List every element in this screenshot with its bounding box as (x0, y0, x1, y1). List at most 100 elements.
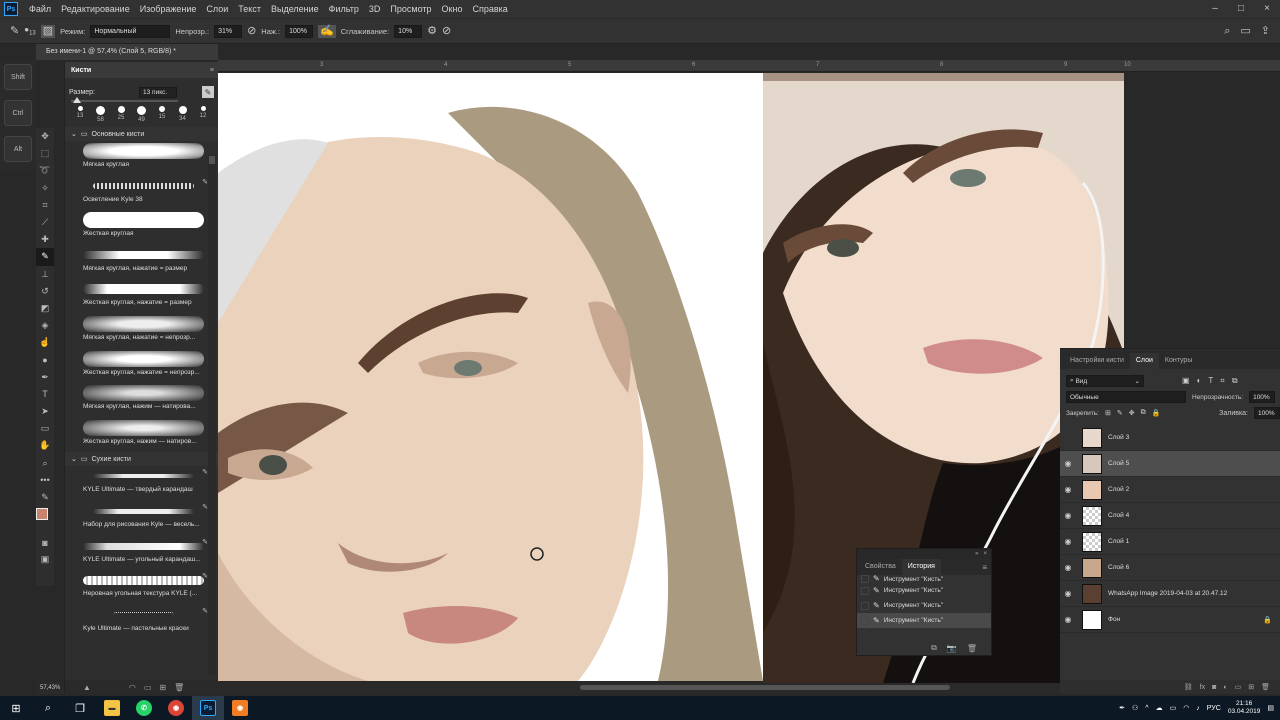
close-button[interactable]: × (1254, 0, 1280, 18)
brush-item[interactable]: Осветление Kyle 38 ✎ (65, 176, 218, 211)
brush-view-icon[interactable]: ◠ (129, 683, 136, 692)
brush-preset[interactable]: 13 (71, 106, 89, 123)
maximize-button[interactable]: □ (1228, 0, 1254, 18)
onedrive-icon[interactable]: ☁ (1156, 704, 1163, 712)
airbrush-icon[interactable]: ✍ (318, 24, 336, 38)
photoshop-taskbar-icon[interactable]: Ps (192, 696, 224, 720)
eraser-tool-icon[interactable]: ◩ (36, 300, 54, 317)
workspace-icon[interactable]: ▭ (1240, 25, 1250, 37)
history-source-checkbox[interactable] (861, 601, 869, 610)
brush-item[interactable]: KYLE Ultimate — угольный карандаш... ✎ (65, 536, 218, 571)
brush-item[interactable]: Kyle Ultimate — пастельные краски ✎ (65, 605, 218, 640)
add-mask-icon[interactable]: ◙ (1212, 684, 1216, 691)
start-button-icon[interactable]: ⊞ (0, 696, 32, 720)
new-layer-icon[interactable]: ⊞ (1248, 683, 1254, 691)
layer-opacity-input[interactable]: 100% (1249, 391, 1276, 403)
brush-item[interactable]: KYLE Ultimate — твердый карандаш ✎ (65, 466, 218, 501)
brush-item[interactable]: Жесткая круглая, нажатие = размер (65, 279, 218, 314)
pen-icon[interactable]: ✒ (1119, 704, 1125, 712)
pressure-opacity-icon[interactable]: ⊘ (247, 25, 256, 37)
menu-8[interactable]: Просмотр (385, 4, 436, 14)
blend-mode-select[interactable]: Нормальный (90, 24, 171, 38)
brush-item[interactable]: Мягкая круглая, нажим — натирова... (65, 383, 218, 418)
eyedropper-tool-icon[interactable]: ⟋ (36, 214, 54, 231)
brush-preset[interactable]: 12 (194, 106, 212, 123)
horizontal-scroll-thumb[interactable] (580, 685, 950, 690)
quick-mask-icon[interactable]: ◙ (36, 534, 54, 551)
lock-artboard-icon[interactable]: ⧉ (1141, 409, 1146, 417)
menu-3[interactable]: Слои (201, 4, 233, 14)
layer-row[interactable]: ◉ Слой 1 (1060, 529, 1280, 555)
brushes-scrollbar[interactable] (208, 155, 216, 675)
search-icon[interactable]: ⌕ (1224, 25, 1230, 37)
trash-icon[interactable]: 🗑 (174, 683, 184, 692)
brush-preset[interactable]: 58 (92, 106, 110, 123)
minimize-button[interactable]: – (1202, 0, 1228, 18)
history-brush-tool-icon[interactable]: ↺ (36, 283, 54, 300)
brush-item[interactable]: Жесткая круглая, нажатие = непрозр... (65, 349, 218, 384)
collapse-icon[interactable]: » (975, 549, 978, 559)
history-source-checkbox[interactable] (861, 586, 869, 595)
panel-menu-icon[interactable]: ≡ (210, 67, 214, 74)
gear-icon[interactable]: ⚙ (427, 25, 437, 37)
brush-item[interactable]: Мягкая круглая, нажатие = размер (65, 245, 218, 280)
layer-row[interactable]: ◉ Слой 5 (1060, 451, 1280, 477)
layer-filter-select[interactable]: ⌕ Вид ⌄ (1066, 375, 1144, 387)
visibility-eye-icon[interactable]: ◉ (1060, 563, 1076, 572)
tab-history[interactable]: История (901, 559, 941, 575)
edit-toolbar-icon[interactable]: ✎ (36, 489, 54, 506)
lock-pixels-icon[interactable]: ✎ (1117, 409, 1123, 417)
pressure-input[interactable]: 100% (285, 24, 314, 38)
visibility-eye-icon[interactable]: ◉ (1060, 459, 1076, 468)
whatsapp-icon[interactable]: ✆ (128, 696, 160, 720)
history-state[interactable]: ✎ Инструмент "Кисть" (857, 613, 991, 628)
filter-pixel-icon[interactable]: ▣ (1182, 376, 1190, 386)
healing-brush-tool-icon[interactable]: ✚ (36, 231, 54, 248)
new-group-icon[interactable]: ▭ (144, 683, 152, 692)
new-group-icon[interactable]: ▭ (1235, 683, 1242, 691)
task-view-icon[interactable]: ❐ (64, 696, 96, 720)
search-icon[interactable]: ⌕ (32, 696, 64, 720)
share-icon[interactable]: ⇪ (1261, 25, 1270, 37)
history-state[interactable]: ✎ Инструмент "Кисть" (857, 575, 991, 583)
trash-icon[interactable]: 🗑 (1261, 683, 1270, 691)
brush-item[interactable]: Жесткая круглая, нажим — натиров... (65, 418, 218, 453)
smoothing-input[interactable]: 10% (394, 24, 423, 38)
filter-adjustment-icon[interactable]: ◐ (1197, 376, 1202, 386)
opacity-input[interactable]: 31% (214, 24, 243, 38)
brush-item[interactable]: Жесткая круглая (65, 210, 218, 245)
pressure-size-icon[interactable]: ⊘ (442, 25, 451, 37)
visibility-eye-icon[interactable]: ◉ (1060, 537, 1076, 546)
foreground-color-swatch[interactable] (36, 508, 48, 521)
magic-wand-tool-icon[interactable]: ✧ (36, 180, 54, 197)
lock-transparent-icon[interactable]: ⊞ (1105, 409, 1111, 417)
brush-preset[interactable]: 15 (153, 106, 171, 123)
adjustment-layer-icon[interactable]: ◐ (1223, 684, 1227, 691)
visibility-eye-icon[interactable]: ◉ (1060, 511, 1076, 520)
crop-tool-icon[interactable]: ⌗ (36, 197, 54, 214)
tab-layers[interactable]: Слои (1129, 353, 1159, 369)
history-state[interactable]: ✎ Инструмент "Кисть" (857, 598, 991, 613)
brush-preset[interactable]: 25 (112, 106, 130, 123)
brushes-panel-title[interactable]: Кисти (71, 67, 91, 74)
layer-blend-mode-select[interactable]: Обычные (1066, 391, 1186, 403)
clock[interactable]: 21:16 03.04.2019 (1228, 700, 1261, 716)
brush-size-slider[interactable] (71, 97, 178, 103)
menu-7[interactable]: 3D (364, 4, 386, 14)
type-tool-icon[interactable]: T (36, 386, 54, 403)
layer-row[interactable]: ◉ Слой 2 (1060, 477, 1280, 503)
brush-preset[interactable]: 49 (133, 106, 151, 123)
layer-style-icon[interactable]: fx (1200, 684, 1205, 691)
brush-tool-icon[interactable]: ✎ (10, 25, 19, 37)
lock-position-icon[interactable]: ✥ (1129, 409, 1135, 417)
rectangle-tool-icon[interactable]: ▭ (36, 420, 54, 437)
history-source-checkbox[interactable] (861, 575, 869, 583)
menu-6[interactable]: Фильтр (324, 4, 364, 14)
close-icon[interactable]: × (983, 549, 987, 559)
menu-2[interactable]: Изображение (135, 4, 202, 14)
trash-icon[interactable]: 🗑 (967, 644, 977, 653)
history-state[interactable]: ✎ Инструмент "Кисть" (857, 583, 991, 598)
brush-tool-icon[interactable]: ✎ (36, 248, 54, 266)
chevron-down-icon[interactable]: ⌄ (71, 130, 77, 138)
panel-menu-icon[interactable]: ≡ (982, 563, 987, 572)
